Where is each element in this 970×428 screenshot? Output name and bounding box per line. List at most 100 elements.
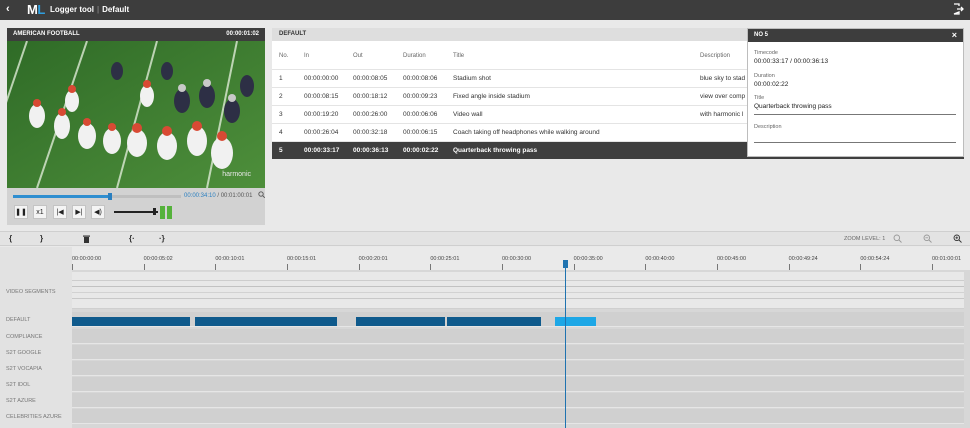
description-label: Description bbox=[754, 124, 782, 130]
audio-meter-left bbox=[160, 206, 165, 219]
close-icon[interactable]: × bbox=[952, 30, 957, 40]
s2t-vocapia-lane[interactable] bbox=[72, 361, 964, 376]
profile-name: Default bbox=[102, 5, 130, 14]
lane-label-celebrities-azure: CELEBRITIES AZURE bbox=[6, 414, 62, 420]
segment-block[interactable] bbox=[72, 317, 190, 326]
trash-icon[interactable] bbox=[83, 235, 90, 243]
column-header-title: Title bbox=[453, 53, 465, 59]
time-ruler[interactable]: 00:00:00:00 00:00:05:02 00:00:10:01 00:00:1… bbox=[72, 247, 970, 270]
ruler-tick-label: 00:00:25:01 bbox=[430, 256, 460, 262]
next-frame-icon: ▶| bbox=[75, 209, 83, 216]
back-chevron-icon[interactable]: ‹ bbox=[6, 3, 10, 15]
column-header-description: Description bbox=[700, 53, 731, 59]
app-logo: ML bbox=[27, 2, 45, 17]
s2t-azure-lane[interactable] bbox=[72, 393, 964, 408]
waveform-line bbox=[72, 292, 964, 293]
waveform-line bbox=[72, 286, 964, 287]
detail-header: NO 5 × bbox=[748, 29, 963, 42]
lane-label-s2t-azure: S2T AZURE bbox=[6, 398, 36, 404]
timecode-label: Timecode bbox=[754, 50, 778, 56]
ruler-tick-label: 00:00:15:01 bbox=[287, 256, 317, 262]
pause-icon: ❚❚ bbox=[15, 209, 27, 216]
ruler-tick-label: 00:00:49:24 bbox=[788, 256, 818, 262]
ruler-tick-label: 00:00:20:01 bbox=[358, 256, 388, 262]
ruler-tick-mark bbox=[717, 264, 718, 270]
volume-icon: ◀) bbox=[94, 209, 102, 216]
scrubber-handle[interactable] bbox=[108, 193, 113, 200]
ruler-tick-label: 00:00:10:01 bbox=[215, 256, 245, 262]
magnifier-icon[interactable] bbox=[258, 191, 265, 198]
s2t-idol-lane[interactable] bbox=[72, 377, 964, 392]
ruler-tick-mark bbox=[645, 264, 647, 270]
column-header-in: In bbox=[304, 53, 310, 59]
speed-button[interactable]: x1 bbox=[33, 205, 47, 219]
segment-block[interactable] bbox=[195, 317, 338, 326]
app-title: Logger tool | Default bbox=[50, 5, 130, 14]
lane-label-compliance: COMPLIANCE bbox=[6, 334, 43, 340]
compliance-lane[interactable] bbox=[72, 329, 964, 344]
ruler-tick-mark bbox=[502, 264, 503, 270]
playhead[interactable] bbox=[563, 260, 569, 428]
video-segments-lane[interactable] bbox=[72, 272, 964, 309]
pause-button[interactable]: ❚❚ bbox=[14, 205, 28, 219]
logout-icon[interactable] bbox=[952, 3, 964, 15]
ruler-tick-mark bbox=[143, 264, 145, 270]
ruler-tick-mark bbox=[215, 264, 217, 270]
mark-in-button[interactable]: { bbox=[9, 234, 12, 243]
ruler-tick-mark bbox=[358, 264, 360, 270]
playhead-handle[interactable] bbox=[563, 260, 569, 268]
ruler-tick-mark bbox=[788, 264, 790, 270]
speed-label: x1 bbox=[36, 208, 44, 216]
waveform-line bbox=[72, 298, 964, 299]
column-header-no: No. bbox=[279, 53, 289, 59]
volume-slider[interactable] bbox=[114, 208, 158, 215]
segment-block[interactable] bbox=[355, 317, 445, 326]
ruler-tick-mark bbox=[430, 264, 432, 270]
lane-label-s2t-vocapia: S2T VOCAPIA bbox=[6, 366, 42, 372]
ruler-tick-label: 00:00:30:00 bbox=[502, 256, 532, 262]
go-to-in-button[interactable]: {· bbox=[129, 234, 135, 243]
lane-label-s2t-google: S2T GOOGLE bbox=[6, 350, 42, 356]
ruler-tick-mark bbox=[287, 264, 288, 270]
segment-detail-panel: NO 5 × Timecode 00:00:33:17 / 00:00:36:1… bbox=[747, 28, 964, 157]
column-header-duration: Duration bbox=[403, 53, 426, 59]
description-underline bbox=[754, 142, 956, 143]
audio-meter-right bbox=[167, 206, 172, 219]
video-frame[interactable]: harmonic bbox=[7, 41, 265, 188]
zoom-in-icon[interactable] bbox=[953, 234, 962, 243]
duration-value: 00:00:02:22 bbox=[754, 81, 789, 88]
previous-frame-icon: |◀ bbox=[56, 209, 64, 216]
lane-label-default: DEFAULT bbox=[6, 317, 31, 323]
title-underline bbox=[754, 114, 956, 115]
playback-scrubber[interactable] bbox=[13, 193, 181, 200]
segment-block[interactable] bbox=[446, 317, 542, 326]
previous-frame-button[interactable]: |◀ bbox=[53, 205, 67, 219]
timeline[interactable]: 00:00:00:00 00:00:05:02 00:00:10:01 00:00:1… bbox=[0, 247, 970, 428]
timecode-value: 00:00:33:17 / 00:00:36:13 bbox=[754, 58, 829, 65]
zoom-level-label: ZOOM LEVEL: 1 bbox=[844, 236, 886, 242]
player-header: AMERICAN FOOTBALL 00:00:01:02 bbox=[7, 28, 265, 41]
scrubber-progress bbox=[13, 195, 111, 198]
mark-out-button[interactable]: } bbox=[40, 234, 43, 243]
celebrities-azure-lane[interactable] bbox=[72, 409, 964, 424]
app-header: ‹ ML Logger tool | Default bbox=[0, 0, 970, 20]
title-field[interactable]: Quarterback throwing pass bbox=[754, 103, 832, 110]
segment-block-selected[interactable] bbox=[555, 317, 596, 326]
ruler-tick-mark bbox=[573, 264, 575, 270]
volume-handle[interactable] bbox=[153, 208, 156, 215]
ruler-tick-mark bbox=[932, 264, 933, 270]
s2t-google-lane[interactable] bbox=[72, 345, 964, 360]
lane-label-video-segments: VIDEO SEGMENTS bbox=[6, 289, 56, 295]
ruler-tick-label: 00:01:00:01 bbox=[932, 256, 962, 262]
volume-button[interactable]: ◀) bbox=[91, 205, 105, 219]
video-player: AMERICAN FOOTBALL 00:00:01:02 harmonic 0… bbox=[7, 28, 265, 225]
ruler-tick-label: 00:00:00:00 bbox=[72, 256, 102, 262]
ruler-tick-label: 00:00:35:00 bbox=[573, 256, 603, 262]
video-watermark: harmonic bbox=[222, 171, 251, 178]
timeline-toolbar: { } {· ·} ZOOM LEVEL: 1 bbox=[0, 231, 970, 246]
zoom-out-icon[interactable] bbox=[923, 234, 932, 243]
zoom-fit-icon[interactable] bbox=[893, 234, 902, 243]
duration-label: Duration bbox=[754, 73, 775, 79]
next-frame-button[interactable]: ▶| bbox=[72, 205, 86, 219]
go-to-out-button[interactable]: ·} bbox=[159, 234, 165, 243]
